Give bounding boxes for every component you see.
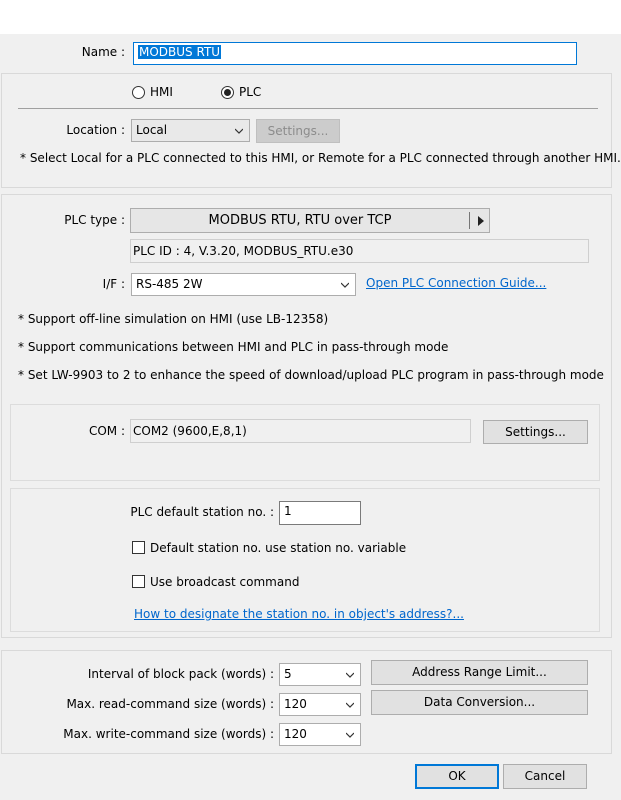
write-size-value: 120 — [284, 727, 307, 741]
interval-label: Interval of block pack (words) : — [87, 667, 274, 681]
separator — [18, 108, 598, 109]
chevron-down-icon — [346, 672, 354, 678]
plc-type-value: MODBUS RTU, RTU over TCP — [208, 213, 392, 228]
broadcast-checkbox[interactable] — [132, 575, 145, 588]
plc-note-2: * Support communications between HMI and… — [18, 340, 449, 354]
divider — [469, 212, 470, 229]
write-size-dropdown[interactable]: 120 — [279, 723, 361, 746]
location-note: * Select Local for a PLC connected to th… — [20, 151, 621, 165]
station-default-label: PLC default station no. : — [130, 505, 274, 519]
broadcast-label: Use broadcast command — [150, 575, 300, 589]
address-range-limit-button[interactable]: Address Range Limit... — [371, 660, 588, 685]
location-settings-button[interactable]: Settings... — [256, 119, 340, 143]
plc-id-field: PLC ID : 4, V.3.20, MODBUS_RTU.e30 — [130, 239, 589, 263]
name-input[interactable]: MODBUS RTU — [133, 42, 577, 65]
plc-type-selector[interactable]: MODBUS RTU, RTU over TCP — [130, 208, 490, 233]
location-value: Local — [136, 123, 168, 137]
read-size-value: 120 — [284, 697, 307, 711]
interval-value: 5 — [284, 667, 292, 681]
read-size-label: Max. read-command size (words) : — [66, 697, 274, 711]
plc-note-3: * Set LW-9903 to 2 to enhance the speed … — [18, 368, 604, 382]
chevron-down-icon — [346, 702, 354, 708]
title-bar-area — [0, 0, 621, 34]
read-size-dropdown[interactable]: 120 — [279, 693, 361, 716]
use-variable-checkbox[interactable] — [132, 541, 145, 554]
plc-radio[interactable] — [221, 86, 234, 99]
write-size-label: Max. write-command size (words) : — [63, 727, 274, 741]
station-default-input[interactable]: 1 — [279, 501, 361, 525]
plc-connection-guide-link[interactable]: Open PLC Connection Guide... — [366, 276, 546, 290]
chevron-down-icon — [341, 282, 349, 288]
if-label: I/F : — [102, 277, 125, 291]
arrow-right-icon — [478, 216, 484, 226]
plc-note-1: * Support off-line simulation on HMI (us… — [18, 312, 329, 326]
chevron-down-icon — [235, 128, 243, 134]
com-settings-button[interactable]: Settings... — [483, 420, 588, 444]
if-dropdown[interactable]: RS-485 2W — [131, 273, 356, 296]
hmi-radio[interactable] — [132, 86, 145, 99]
interval-dropdown[interactable]: 5 — [279, 663, 361, 686]
plc-type-label: PLC type : — [64, 213, 125, 227]
ok-button[interactable]: OK — [415, 764, 499, 789]
cancel-button[interactable]: Cancel — [503, 764, 587, 789]
location-label: Location : — [66, 123, 125, 137]
station-help-link[interactable]: How to designate the station no. in obje… — [134, 607, 464, 621]
if-value: RS-485 2W — [136, 277, 203, 291]
use-variable-label: Default station no. use station no. vari… — [150, 541, 407, 555]
data-conversion-button[interactable]: Data Conversion... — [371, 690, 588, 715]
hmi-radio-label: HMI — [150, 85, 173, 99]
name-label: Name : — [81, 45, 125, 59]
radio-selected-dot — [224, 89, 231, 96]
name-value: MODBUS RTU — [138, 45, 222, 59]
plc-radio-label: PLC — [239, 85, 262, 99]
location-dropdown[interactable]: Local — [131, 119, 250, 142]
com-value-field: COM2 (9600,E,8,1) — [130, 419, 471, 443]
chevron-down-icon — [346, 732, 354, 738]
com-label: COM : — [88, 424, 125, 438]
